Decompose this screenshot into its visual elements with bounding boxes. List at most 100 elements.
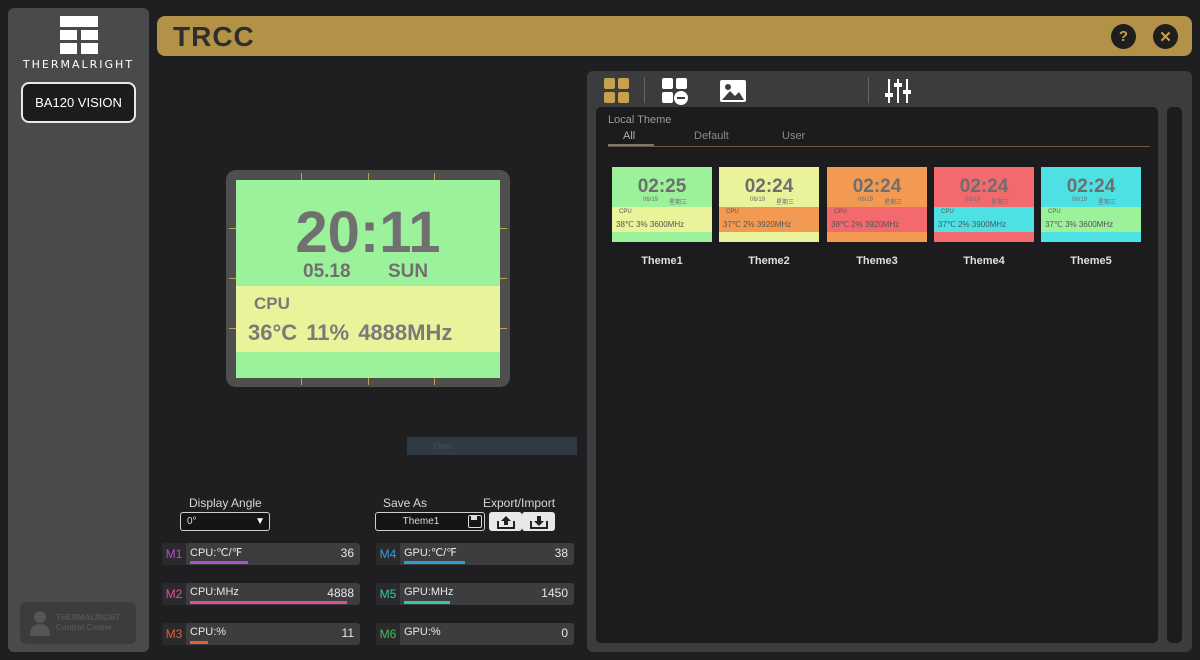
metric-tag: M2 — [162, 583, 186, 605]
local-theme-label: Local Theme — [608, 114, 672, 126]
metric-m6[interactable]: M6 GPU:% 0 — [376, 623, 574, 645]
lcd-screen[interactable]: 20:11 05.18 SUN CPU 36°C 11% 4888MHz — [236, 180, 500, 378]
metric-label: GPU:% — [404, 626, 441, 638]
cloud-themes-icon[interactable] — [661, 77, 689, 105]
user-icon — [30, 611, 50, 636]
tab-default[interactable]: Default — [694, 130, 729, 142]
display-angle-label: Display Angle — [189, 496, 262, 510]
metric-m4[interactable]: M4 GPU:℃/℉ 38 — [376, 543, 574, 565]
theme-stats: 37℃ 3% 3600MHz — [1045, 220, 1114, 229]
settings-sliders-icon[interactable] — [884, 77, 912, 105]
metric-value: 11 — [341, 626, 354, 640]
theme-stats: 38℃ 2% 3920MHz — [831, 220, 900, 229]
theme-stats: 37℃ 2% 3920MHz — [723, 220, 792, 229]
metric-value: 36 — [340, 546, 354, 560]
theme-name[interactable]: Theme3 — [827, 255, 927, 267]
metric-bar — [190, 601, 347, 604]
metric-m2[interactable]: M2 CPU:MHz 4888 — [162, 583, 360, 605]
theme-day: 星期三 — [991, 200, 1010, 206]
theme-cpu-panel: CPU 37℃ 2% 3900MHz — [934, 207, 1034, 232]
metric-label: CPU:MHz — [190, 586, 239, 598]
metric-bar — [404, 601, 450, 604]
tab-divider — [608, 146, 1150, 147]
image-icon[interactable] — [719, 77, 747, 105]
brand-logo: THERMALRIGHT — [8, 16, 149, 71]
themes-grid-icon[interactable] — [603, 77, 631, 105]
tab-all[interactable]: All — [623, 130, 635, 142]
theme-list: Local Theme All Default User 02:25 06/19… — [596, 107, 1158, 643]
theme-cpu-label: CPU — [941, 209, 954, 215]
scrollbar[interactable] — [1167, 107, 1182, 643]
overlay-bar[interactable]: Ovec — [407, 437, 577, 455]
metric-tag: M5 — [376, 583, 400, 605]
sidebar: THERMALRIGHT BA120 VISION THERMALRIGHT C… — [8, 8, 149, 652]
theme-cpu-label: CPU — [726, 209, 739, 215]
theme-thumbnail[interactable]: 02:24 06/19 星期三 CPU 37℃ 2% 3900MHz — [934, 167, 1034, 242]
metric-tag: M6 — [376, 623, 400, 645]
theme-thumbnail[interactable]: 02:24 06/19 星期三 CPU 37℃ 2% 3920MHz — [719, 167, 819, 242]
control-center-button[interactable]: THERMALRIGHT Control Center — [20, 602, 136, 644]
export-import-label: Export/Import — [483, 496, 556, 510]
save-as-field[interactable]: Theme1 — [375, 512, 485, 531]
save-icon[interactable] — [468, 515, 482, 528]
theme-date: 06/19 — [1072, 197, 1088, 203]
display-angle-select[interactable]: 0° ▼ — [180, 512, 270, 531]
theme-day: 星期三 — [1098, 200, 1117, 206]
caret-down-icon: ▼ — [255, 516, 265, 527]
metric-value: 0 — [561, 626, 568, 640]
thermalright-logo-icon — [59, 16, 98, 54]
export-icon — [496, 515, 515, 529]
metric-value: 1450 — [541, 586, 568, 600]
tab-active-indicator — [608, 144, 654, 146]
preview-day: SUN — [388, 261, 429, 282]
theme-name[interactable]: Theme4 — [934, 255, 1034, 267]
device-button[interactable]: BA120 VISION — [21, 82, 136, 123]
metric-value: 38 — [554, 546, 568, 560]
theme-name[interactable]: Theme2 — [719, 255, 819, 267]
metric-bar — [190, 641, 208, 644]
logo-text: THERMALRIGHT — [22, 58, 135, 71]
theme-cpu-label: CPU — [1048, 209, 1061, 215]
metric-bar — [190, 561, 248, 564]
preview-cpu-label: CPU — [254, 294, 290, 313]
preview-cpu-stats: 36°C 11% 4888MHz — [248, 320, 453, 345]
metric-m1[interactable]: M1 CPU:℃/℉ 36 — [162, 543, 360, 565]
control-center-label: Control Center — [56, 623, 112, 632]
metric-bar — [404, 561, 465, 564]
metric-m5[interactable]: M5 GPU:MHz 1450 — [376, 583, 574, 605]
theme-panel: Local Theme All Default User 02:25 06/19… — [587, 71, 1192, 652]
metric-tag: M3 — [162, 623, 186, 645]
help-button[interactable]: ? — [1111, 24, 1136, 49]
theme-name[interactable]: Theme1 — [612, 255, 712, 267]
theme-day: 星期三 — [669, 200, 688, 206]
metric-label: GPU:MHz — [404, 586, 454, 598]
theme-day: 星期三 — [776, 200, 795, 206]
metric-m3[interactable]: M3 CPU:% 11 — [162, 623, 360, 645]
preview-cpu-panel: CPU 36°C 11% 4888MHz — [236, 286, 500, 352]
tab-user[interactable]: User — [782, 130, 805, 142]
theme-cpu-label: CPU — [619, 209, 632, 215]
title-bar: TRCC ? ✕ — [157, 16, 1192, 56]
theme-stats: 38℃ 3% 3600MHz — [616, 220, 685, 229]
import-button[interactable] — [522, 512, 555, 531]
theme-date: 06/19 — [643, 197, 659, 203]
theme-thumbnail[interactable]: 02:24 06/19 星期三 CPU 38℃ 2% 3920MHz — [827, 167, 927, 242]
close-button[interactable]: ✕ — [1153, 24, 1178, 49]
display-angle-value: 0° — [187, 516, 197, 527]
theme-thumbnail[interactable]: 02:25 06/19 星期三 CPU 38℃ 3% 3600MHz — [612, 167, 712, 242]
theme-time: 02:24 — [852, 176, 902, 197]
export-button[interactable] — [489, 512, 522, 531]
metric-tag: M4 — [376, 543, 400, 565]
app-title: TRCC — [173, 21, 255, 52]
theme-time: 02:25 — [637, 176, 687, 197]
theme-thumbnail[interactable]: 02:24 06/19 星期三 CPU 37℃ 3% 3600MHz — [1041, 167, 1141, 242]
theme-cpu-panel: CPU 38℃ 2% 3920MHz — [827, 207, 927, 232]
theme-day: 星期三 — [884, 200, 903, 206]
theme-name[interactable]: Theme5 — [1041, 255, 1141, 267]
theme-time: 02:24 — [959, 176, 1009, 197]
metric-label: CPU:℃/℉ — [190, 547, 243, 559]
theme-cpu-panel: CPU 37℃ 3% 3600MHz — [1041, 207, 1141, 232]
theme-date: 06/19 — [858, 197, 874, 203]
save-as-label: Save As — [383, 496, 428, 510]
metric-label: CPU:% — [190, 626, 227, 638]
